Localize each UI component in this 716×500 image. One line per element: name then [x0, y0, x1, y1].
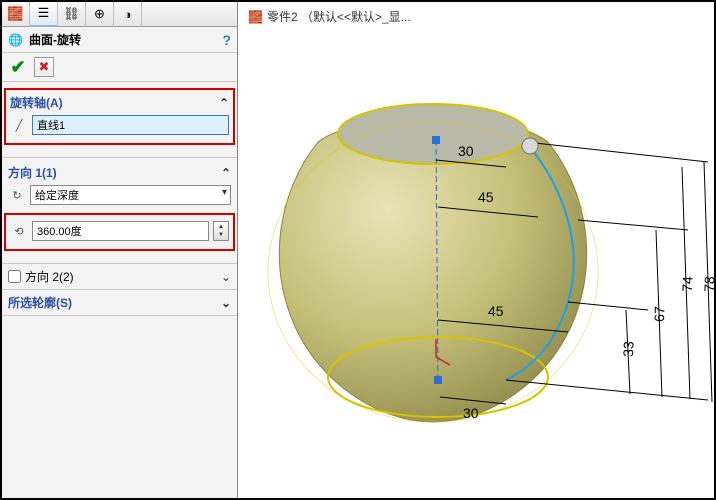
confirm-row: ✔ ✖: [2, 53, 237, 82]
contours-section: 所选轮廓(S) ⌄: [2, 290, 237, 316]
revolve-icon: 🌐: [8, 33, 23, 47]
ok-button[interactable]: ✔: [8, 57, 28, 77]
axis-input[interactable]: [32, 115, 229, 135]
direction2-label: 方向 2(2): [25, 268, 74, 285]
axis-endpoint-top[interactable]: [432, 136, 440, 144]
angle-icon: ⟲: [10, 225, 28, 238]
svg-text:78: 78: [701, 276, 714, 292]
svg-text:45: 45: [478, 189, 494, 205]
property-manager-panel: 🧱 ☰ ⛓ ⊕ ◑ 🌐 曲面-旋转 ? ✔ ✖ 旋转轴(A) ⌃ ╱: [2, 2, 238, 498]
collapse-icon[interactable]: ⌃: [219, 96, 229, 110]
axis-endpoint-bottom[interactable]: [434, 376, 442, 384]
angle-input[interactable]: [32, 221, 209, 241]
svg-text:33: 33: [620, 341, 637, 357]
tab-target[interactable]: ⊕: [86, 2, 114, 27]
contours-label: 所选轮廓(S): [8, 294, 72, 311]
axis-section: 旋转轴(A) ⌃ ╱: [2, 82, 237, 158]
dim-heights: 33 67 74 78: [620, 162, 714, 402]
feature-header: 🌐 曲面-旋转 ?: [2, 27, 237, 53]
help-icon[interactable]: ?: [222, 32, 231, 48]
expand-icon[interactable]: ⌄: [221, 270, 231, 284]
drag-handle[interactable]: [522, 138, 538, 154]
direction1-label: 方向 1(1): [8, 164, 57, 181]
graphics-viewport[interactable]: 🧱 零件2 （默认<<默认>_显...: [238, 2, 714, 498]
revolve-body: [279, 120, 586, 422]
svg-text:30: 30: [463, 405, 479, 421]
direction2-checkbox[interactable]: [8, 270, 21, 283]
angle-spinner[interactable]: ▲▼: [213, 221, 229, 241]
reverse-direction-icon[interactable]: ↻: [8, 189, 26, 202]
angle-highlight: ⟲ ▲▼: [4, 213, 235, 251]
axis-highlight: 旋转轴(A) ⌃ ╱: [4, 88, 235, 145]
feature-title: 曲面-旋转: [29, 31, 81, 48]
tab-appearances[interactable]: ◑: [114, 2, 142, 27]
cancel-button[interactable]: ✖: [34, 57, 54, 77]
axis-label: 旋转轴(A): [10, 94, 63, 111]
tab-configurations[interactable]: ⛓: [58, 2, 86, 27]
panel-tabbar: 🧱 ☰ ⛓ ⊕ ◑: [2, 2, 237, 27]
top-opening-face: [338, 104, 528, 164]
svg-text:30: 30: [458, 143, 474, 159]
direction2-section: 方向 2(2) ⌄: [2, 264, 237, 290]
axis-icon: ╱: [10, 119, 28, 132]
svg-text:45: 45: [488, 303, 504, 319]
model-scene: 30 45 45 30: [238, 2, 714, 498]
expand-icon[interactable]: ⌄: [221, 296, 231, 310]
svg-text:67: 67: [651, 306, 668, 322]
tab-property-manager[interactable]: ☰: [30, 2, 58, 27]
direction1-section: 方向 1(1) ⌃ ↻ ⟲ ▲▼: [2, 158, 237, 264]
collapse-icon[interactable]: ⌃: [221, 166, 231, 180]
svg-text:74: 74: [679, 276, 696, 292]
end-condition-combo[interactable]: [30, 185, 231, 205]
tab-feature-tree[interactable]: 🧱: [2, 2, 30, 27]
